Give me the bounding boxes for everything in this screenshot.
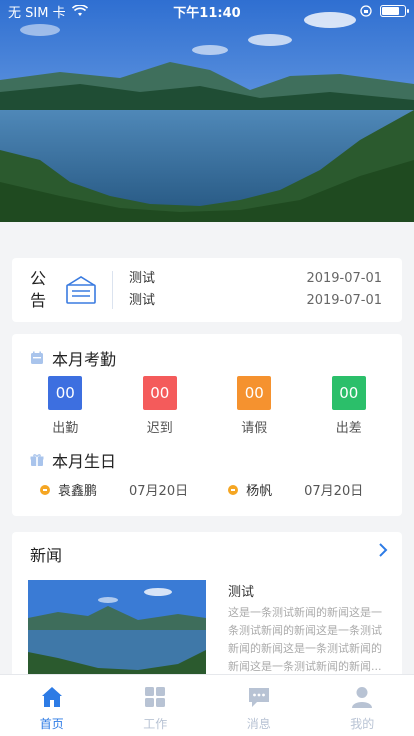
birthday-dot-icon [40,484,50,495]
stat-label: 出勤 [52,421,79,436]
notice-item[interactable]: 测试 2019-07-01 [129,268,382,290]
stat-value: 00 [331,376,366,410]
birthday-title: 本月生日 [52,452,117,471]
notice-title: 公告 [30,269,47,310]
birthday-header: 本月生日 [30,448,116,472]
tab-messages[interactable]: 消息 [207,675,311,736]
stat-label: 出差 [335,421,362,436]
chevron-right-icon[interactable] [378,542,388,558]
tab-mine[interactable]: 我的 [311,675,414,736]
tab-label: 我的 [350,717,375,731]
banner-image: 无 SIM 卡 下午11:40 [0,0,414,222]
news-item-desc: 这是一条测试新闻的新闻这是一条测试新闻的新闻这是一条测试新闻的新闻这是一条测试新… [228,606,382,673]
birthday-date: 07月20日 [129,484,189,499]
birthday-dot-icon [228,484,239,495]
attendance-stats: 00 出勤 00 迟到 00 请假 00 出差 [12,376,402,436]
status-bar: 无 SIM 卡 下午11:40 [0,0,414,22]
tab-work[interactable]: 工作 [104,675,208,736]
news-title: 新闻 [30,546,63,565]
tab-label: 工作 [143,717,168,731]
notice-item-date: 2019-07-01 [306,293,382,308]
notice-item[interactable]: 测试 2019-07-01 [129,290,382,312]
grid-icon [145,687,166,707]
birthday-name: 袁鑫鹏 [58,484,98,499]
message-icon [248,688,269,707]
stat-business-trip[interactable]: 00 出差 [319,376,379,436]
tab-bar: 首页 工作 消息 我的 [0,674,414,736]
stat-present[interactable]: 00 出勤 [35,376,95,436]
attendance-header: 本月考勤 [30,346,116,370]
tab-label: 首页 [39,717,64,731]
stat-label: 迟到 [146,421,173,436]
battery-icon [380,5,409,17]
notice-item-text: 测试 [129,271,156,286]
user-icon [352,687,373,708]
birthday-date: 07月20日 [304,484,364,499]
notice-item-date: 2019-07-01 [306,271,382,286]
gift-icon [30,454,44,466]
stat-value: 00 [142,376,177,410]
tab-label: 消息 [246,717,271,731]
stat-leave[interactable]: 00 请假 [224,376,284,436]
notice-board-icon [66,276,96,304]
news-card: 新闻 测试 这是一条测试新闻的新闻这是一条测试新闻的新闻这是一条测试新闻的新闻这… [12,532,402,682]
news-thumbnail[interactable] [28,580,206,676]
news-item-title[interactable]: 测试 [228,581,254,600]
stat-late[interactable]: 00 迟到 [130,376,190,436]
wifi-icon [71,5,88,16]
carrier-text: 无 SIM 卡 [8,5,66,21]
birthday-name: 杨帆 [246,484,273,499]
home-icon [41,687,62,707]
notice-card[interactable]: 公告 测试 2019-07-01 测试 2019-07-01 [12,258,402,322]
birthday-item[interactable]: 袁鑫鹏 07月20日 [40,480,188,499]
birthday-list: 袁鑫鹏 07月20日 杨帆 07月20日 [40,480,363,499]
calendar-icon [31,351,43,364]
tab-home[interactable]: 首页 [0,675,104,736]
stat-value: 00 [48,376,83,410]
rotation-lock-icon [360,5,372,17]
attendance-card: 本月考勤 00 出勤 00 迟到 00 请假 00 出差 本月生日 袁鑫鹏 07… [12,334,402,516]
attendance-title: 本月考勤 [52,350,117,369]
notice-item-text: 测试 [129,293,156,308]
stat-label: 请假 [241,421,268,436]
stat-value: 00 [237,376,272,410]
birthday-item[interactable]: 杨帆 07月20日 [228,480,363,499]
